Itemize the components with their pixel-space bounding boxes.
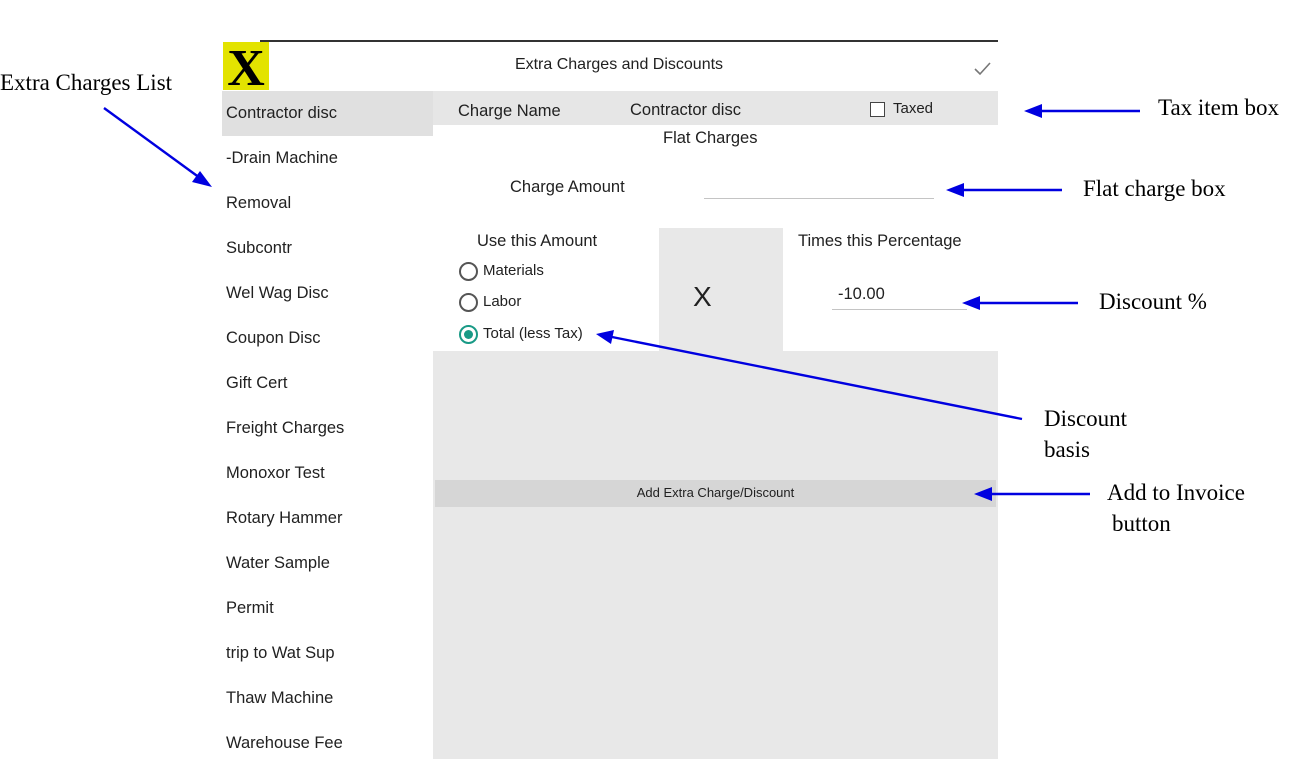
arrow-add-invoice-head bbox=[974, 487, 992, 501]
arrow-discount-pct-head bbox=[962, 296, 980, 310]
annotation-arrows bbox=[103, 104, 1140, 501]
arrow-discount-basis-head bbox=[596, 330, 614, 344]
arrow-discount-basis bbox=[611, 335, 1023, 421]
arrow-extra-charges-list bbox=[103, 107, 201, 179]
arrow-flat-charge-box-head bbox=[946, 183, 964, 197]
arrow-tax-item-box-head bbox=[1024, 104, 1042, 118]
